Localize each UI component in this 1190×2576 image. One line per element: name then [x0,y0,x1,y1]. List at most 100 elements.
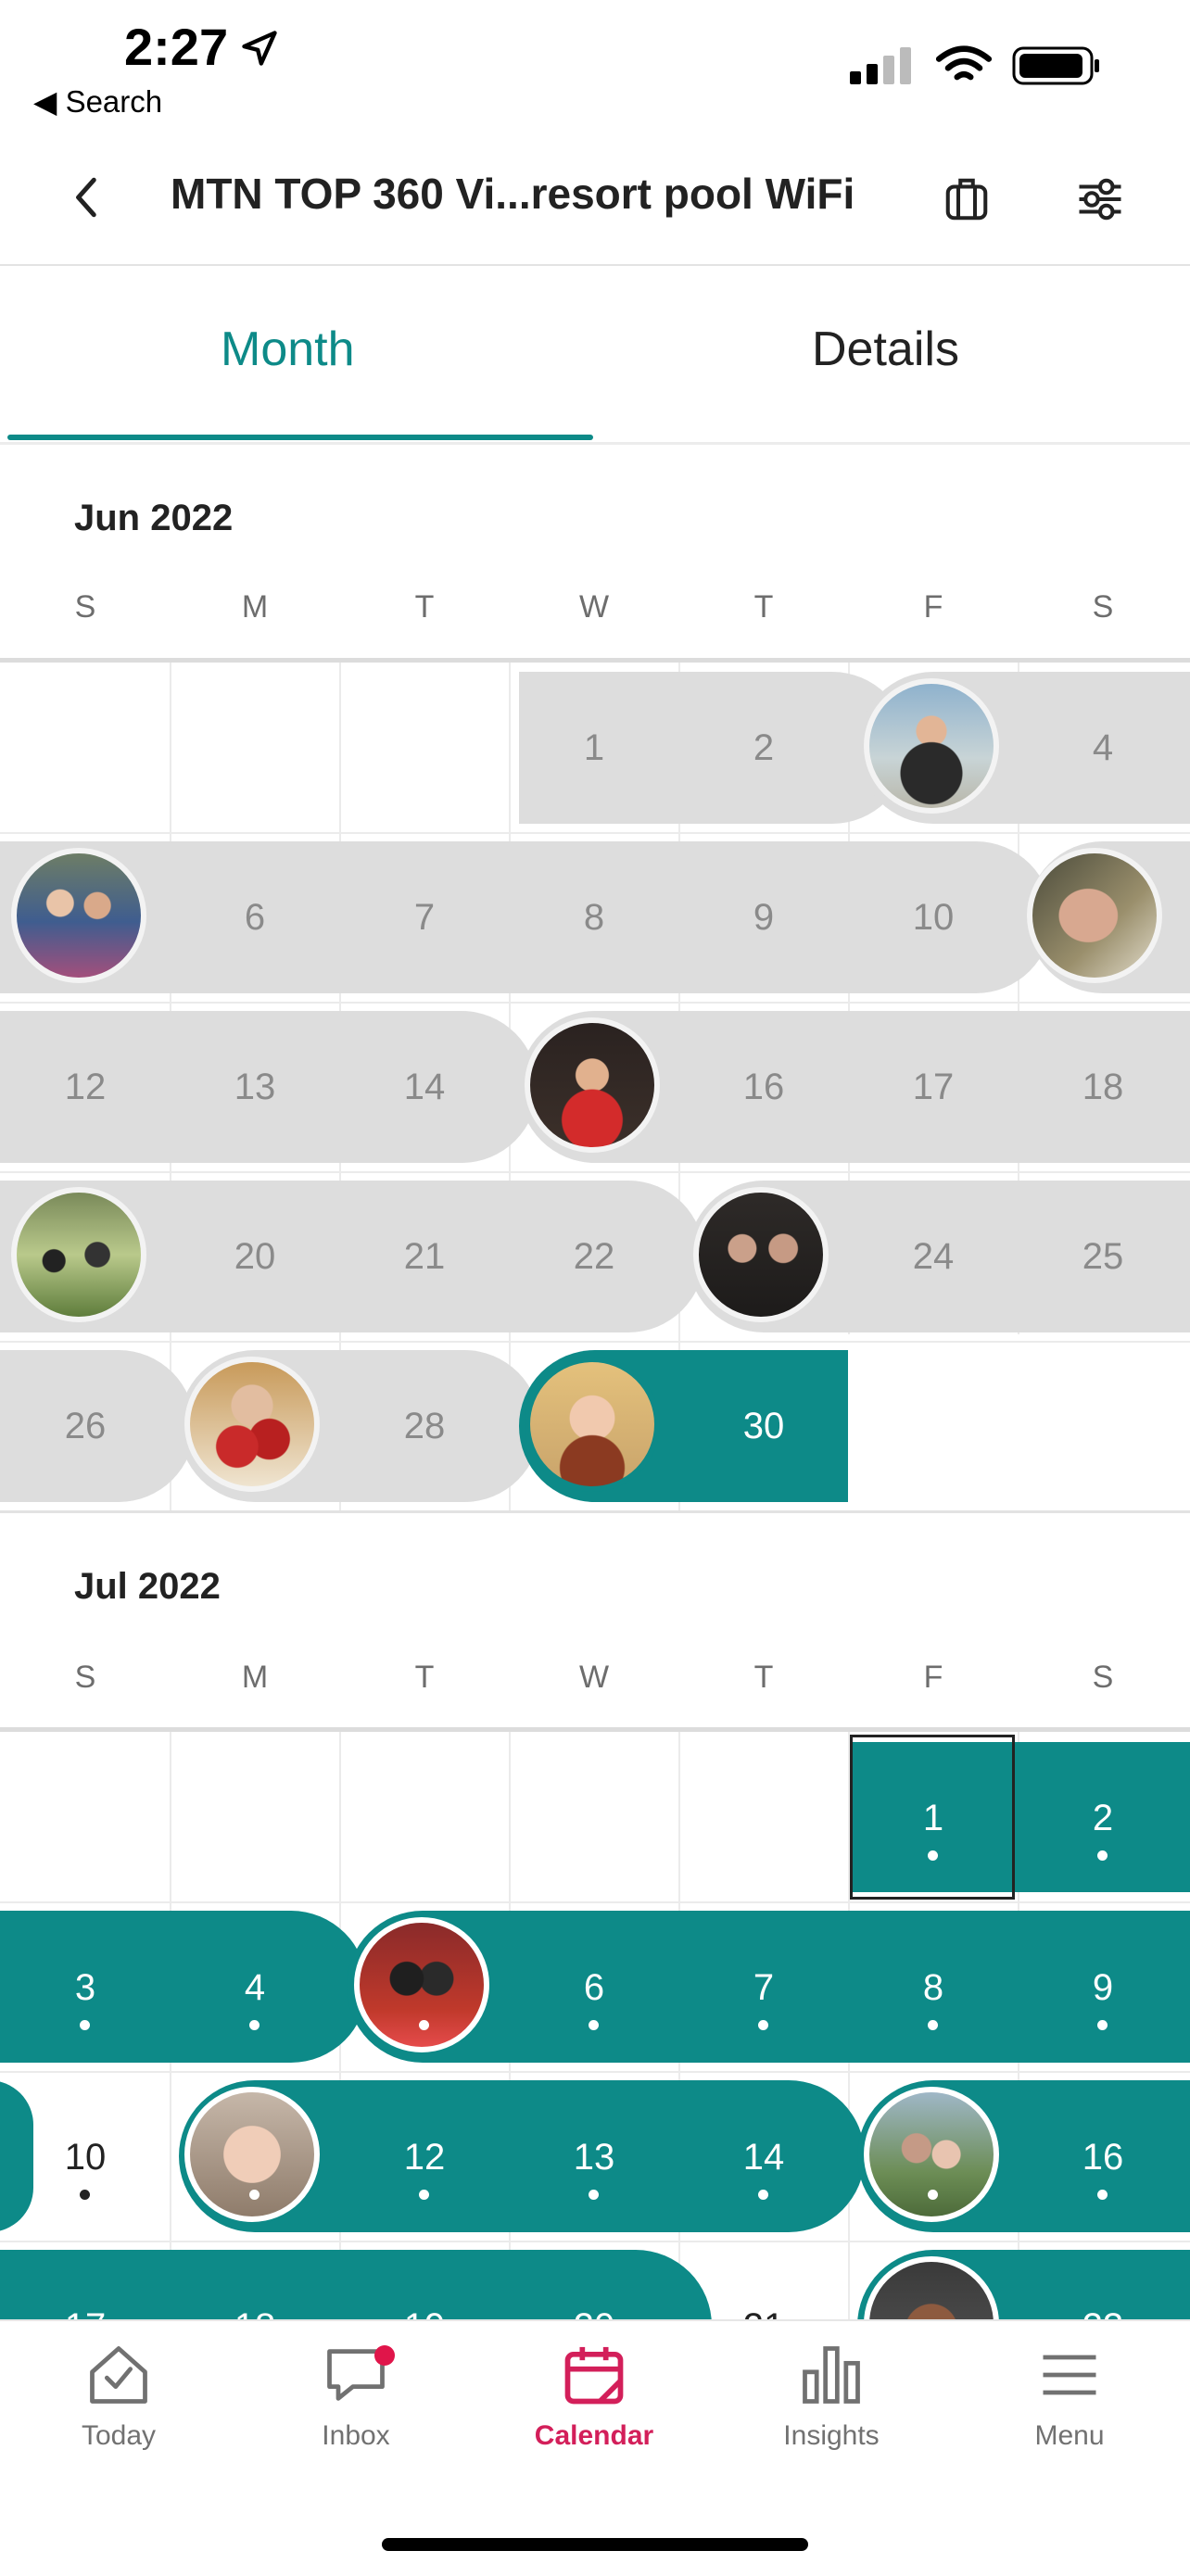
guest-avatar[interactable] [525,1357,660,1492]
active-tab-indicator [7,435,593,440]
availability-dot [928,1850,938,1861]
calendar-day[interactable]: 3 [0,1967,171,2009]
calendar-day[interactable]: 7 [678,1967,849,2009]
nav-calendar[interactable]: Calendar [501,2340,687,2452]
availability-dot [80,2190,90,2200]
nav-today-label: Today [81,2420,157,2451]
calendar-day[interactable]: 2 [1018,1798,1188,1839]
guest-avatar[interactable] [864,2087,999,2222]
nav-menu[interactable]: Menu [977,2340,1162,2452]
calendar-day[interactable]: 9 [678,897,849,939]
filter-sliders-icon[interactable] [1075,174,1125,224]
grid-line [0,1171,1190,1173]
grid-line [0,832,1190,834]
back-triangle-icon: ◀ [33,84,57,119]
wifi-icon [935,45,992,81]
calendar-day[interactable]: 6 [170,897,340,939]
calendar-day[interactable]: 8 [848,1967,1019,2009]
calendar-day[interactable]: 4 [1018,727,1188,769]
luggage-icon[interactable] [942,174,992,224]
calendar-day[interactable]: 18 [1018,1067,1188,1108]
grid-line [0,2071,1190,2073]
calendar-day[interactable]: 14 [339,1067,510,1108]
calendar-day[interactable]: 30 [678,1406,849,1447]
calendar-day[interactable]: 24 [848,1236,1019,1278]
calendar-day[interactable]: 10 [848,897,1019,939]
weekday-label: S [74,1660,96,1695]
grid-line [0,1002,1190,1004]
availability-dot [249,2190,260,2200]
calendar-day[interactable]: 1 [848,1798,1019,1839]
status-icons [850,44,1101,87]
availability-dot [589,2190,599,2200]
weekday-label: M [241,1660,269,1695]
weekday-label: M [241,589,269,625]
house-check-icon [90,2346,147,2404]
back-to-search-link[interactable]: ◀ Search [33,83,162,120]
calendar-day[interactable]: 1 [509,727,679,769]
bar-chart-icon [803,2346,860,2404]
calendar-day[interactable]: 13 [170,1067,340,1108]
calendar-day[interactable]: 12 [0,1067,171,1108]
nav-inbox-label: Inbox [322,2420,390,2451]
calendar-day[interactable]: 2 [678,727,849,769]
month-label-jul: Jul 2022 [74,1566,221,1607]
weekday-label: W [578,589,610,625]
nav-insights[interactable]: Insights [739,2340,924,2452]
calendar-day[interactable]: 10 [0,2137,171,2178]
guest-avatar[interactable] [11,848,146,983]
availability-dot [249,2020,260,2030]
calendar-day[interactable]: 17 [848,1067,1019,1108]
nav-inbox[interactable]: Inbox [263,2340,449,2452]
location-arrow-icon [242,31,277,66]
nav-insights-label: Insights [783,2420,880,2451]
availability-dot [419,2190,429,2200]
month-label-jun: Jun 2022 [74,498,234,538]
signal-icon [850,47,912,84]
calendar-day[interactable]: 12 [339,2137,510,2178]
availability-dot [1097,1850,1108,1861]
tab-details[interactable]: Details [812,322,959,377]
calendar-day[interactable]: 4 [170,1967,340,2009]
calendar-day[interactable]: 26 [0,1406,171,1447]
guest-avatar[interactable] [184,2087,320,2222]
guest-avatar[interactable] [693,1187,829,1322]
calendar-day[interactable]: 7 [339,897,510,939]
hamburger-menu-icon [1043,2355,1096,2395]
notification-dot [374,2345,395,2366]
calendar-day[interactable]: 22 [509,1236,679,1278]
availability-dot [758,2190,768,2200]
calendar-day[interactable]: 20 [170,1236,340,1278]
calendar-day[interactable]: 16 [678,1067,849,1108]
calendar-icon [564,2346,624,2405]
weekday-label: S [1092,1660,1114,1695]
grid-line [0,2241,1190,2242]
guest-avatar[interactable] [11,1187,146,1322]
calendar-day[interactable]: 25 [1018,1236,1188,1278]
grid-line [0,1341,1190,1343]
availability-dot [589,2020,599,2030]
calendar-day[interactable]: 8 [509,897,679,939]
weekday-label: T [753,589,774,625]
calendar-day[interactable]: 9 [1018,1967,1188,2009]
nav-calendar-label: Calendar [534,2420,654,2451]
guest-avatar[interactable] [354,1917,489,2052]
guest-avatar[interactable] [184,1357,320,1492]
calendar-day[interactable]: 21 [339,1236,510,1278]
chevron-left-icon[interactable] [65,174,111,221]
guest-avatar[interactable] [525,1017,660,1153]
calendar-day[interactable]: 13 [509,2137,679,2178]
listing-title: MTN TOP 360 Vi...resort pool WiFi [171,170,855,218]
tab-month[interactable]: Month [221,322,355,377]
guest-avatar[interactable] [1027,848,1162,983]
view-tabs: Month Details [0,266,1190,445]
calendar-day[interactable]: 6 [509,1967,679,2009]
calendar-day[interactable]: 14 [678,2137,849,2178]
nav-today[interactable]: Today [26,2340,211,2452]
calendar-day[interactable]: 16 [1018,2137,1188,2178]
guest-avatar[interactable] [864,678,999,814]
weekday-divider [0,1727,1190,1732]
grid-line [0,1901,1190,1903]
calendar-day[interactable]: 28 [339,1406,510,1447]
home-indicator[interactable] [382,2538,808,2551]
